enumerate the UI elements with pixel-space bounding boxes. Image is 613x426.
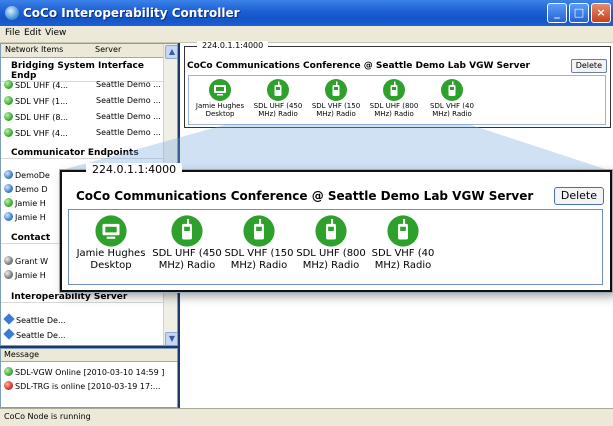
list-item[interactable]: SDL VHF (1... (4, 96, 68, 106)
communicator-icon (4, 184, 13, 193)
menu-bar: File Edit View (0, 26, 613, 43)
list-item-server: Seattle Demo ... (96, 96, 161, 105)
status-text: CoCo Node is running (4, 412, 91, 421)
message-error-icon (4, 381, 13, 390)
endpoint-desktop[interactable]: Jamie Hughes Desktop (191, 78, 249, 118)
window-titlebar: CoCo Interoperability Controller _ □ × (0, 0, 613, 26)
conference-group: 224.0.1.1:4000 CoCo Communications Confe… (184, 41, 611, 128)
radio-icon (387, 215, 419, 247)
endpoint-radio[interactable]: SDL UHF (800 MHz) Radio (365, 78, 423, 118)
radio-icon (441, 79, 463, 101)
column-server[interactable]: Server (95, 45, 121, 54)
list-item[interactable]: Jamie H (4, 198, 46, 208)
list-item[interactable]: Demo D (4, 184, 47, 194)
status-online-icon (4, 128, 13, 137)
menu-view[interactable]: View (45, 28, 66, 38)
radio-icon (243, 215, 275, 247)
menu-edit[interactable]: Edit (24, 28, 41, 38)
section-interop-server[interactable]: Interoperability Server (1, 292, 163, 303)
endpoint-radio-zoomed[interactable]: SDL VHF (150 MHz) Radio (223, 214, 295, 272)
desktop-icon (95, 215, 127, 247)
server-icon (3, 313, 15, 325)
endpoint-list: Jamie Hughes Desktop SDL UHF (450 MHz) R… (188, 75, 606, 125)
column-network-items[interactable]: Network Items (5, 45, 63, 54)
endpoint-radio-zoomed[interactable]: SDL UHF (450 MHz) Radio (151, 214, 223, 272)
menu-file[interactable]: File (5, 28, 20, 38)
conference-title: CoCo Communications Conference @ Seattle… (187, 61, 530, 71)
message-item[interactable]: SDL-VGW Online [2010-03-10 14:59 ] (4, 367, 164, 377)
status-online-icon (4, 80, 13, 89)
radio-icon (325, 79, 347, 101)
app-icon (5, 6, 19, 20)
scroll-up-icon[interactable]: ▲ (165, 45, 177, 59)
list-item[interactable]: Jamie H (4, 270, 46, 280)
delete-button-zoomed[interactable]: Delete (553, 187, 604, 205)
list-item-server: Seattle Demo ... (96, 112, 161, 121)
section-communicator[interactable]: Communicator Endpoints (1, 148, 163, 159)
list-item[interactable]: Seattle De... (3, 328, 66, 340)
list-item-server: Seattle Demo ... (96, 80, 161, 89)
endpoint-list-zoomed: Jamie Hughes Desktop SDL UHF (450 MHz) R… (68, 209, 603, 285)
maximize-button[interactable]: □ (569, 3, 589, 23)
endpoint-radio[interactable]: SDL VHF (150 MHz) Radio (307, 78, 365, 118)
endpoint-radio[interactable]: SDL VHF (40 MHz) Radio (423, 78, 481, 118)
status-online-icon (4, 112, 13, 121)
list-item[interactable]: SDL UHF (8... (4, 112, 68, 122)
communicator-icon (4, 212, 13, 221)
endpoint-radio-zoomed[interactable]: SDL UHF (800 MHz) Radio (295, 214, 367, 272)
message-panel: Message SDL-VGW Online [2010-03-10 14:59… (0, 348, 178, 408)
contact-icon (4, 270, 13, 279)
message-ok-icon (4, 367, 13, 376)
radio-icon (315, 215, 347, 247)
communicator-icon (4, 198, 13, 207)
list-item-server: Seattle Demo ... (96, 128, 161, 137)
endpoint-radio-zoomed[interactable]: SDL VHF (40 MHz) Radio (367, 214, 439, 272)
list-item[interactable]: Grant W (4, 256, 48, 266)
list-item[interactable]: SDL UHF (4... (4, 80, 68, 90)
conference-group-zoomed: 224.0.1.1:4000 CoCo Communications Confe… (60, 163, 612, 292)
list-item[interactable]: DemoDe (4, 170, 50, 180)
delete-button[interactable]: Delete (570, 59, 607, 73)
message-item[interactable]: SDL-TRG is online [2010-03-19 17:... (4, 381, 160, 391)
radio-icon (171, 215, 203, 247)
conference-address-zoomed: 224.0.1.1:4000 (86, 163, 183, 176)
scroll-down-icon[interactable]: ▼ (165, 332, 177, 345)
list-item[interactable]: SDL VHF (4... (4, 128, 68, 138)
contact-icon (4, 256, 13, 265)
minimize-button[interactable]: _ (547, 3, 567, 23)
message-header: Message (1, 349, 177, 362)
radio-icon (383, 79, 405, 101)
endpoint-radio[interactable]: SDL UHF (450 MHz) Radio (249, 78, 307, 118)
desktop-icon (209, 79, 231, 101)
section-bridging[interactable]: Bridging System Interface Endp (1, 61, 163, 82)
list-item[interactable]: Jamie H (4, 212, 46, 222)
conference-address: 224.0.1.1:4000 (197, 41, 269, 50)
server-icon (3, 328, 15, 340)
window-title: CoCo Interoperability Controller (23, 6, 240, 20)
close-button[interactable]: × (591, 3, 611, 23)
radio-icon (267, 79, 289, 101)
conference-title-zoomed: CoCo Communications Conference @ Seattle… (76, 189, 534, 203)
status-online-icon (4, 96, 13, 105)
status-bar: CoCo Node is running (0, 408, 613, 426)
list-item[interactable]: Seattle De... (3, 313, 66, 325)
endpoint-desktop-zoomed[interactable]: Jamie Hughes Desktop (71, 214, 151, 272)
communicator-icon (4, 170, 13, 179)
column-header: Network Items Server (1, 44, 177, 58)
